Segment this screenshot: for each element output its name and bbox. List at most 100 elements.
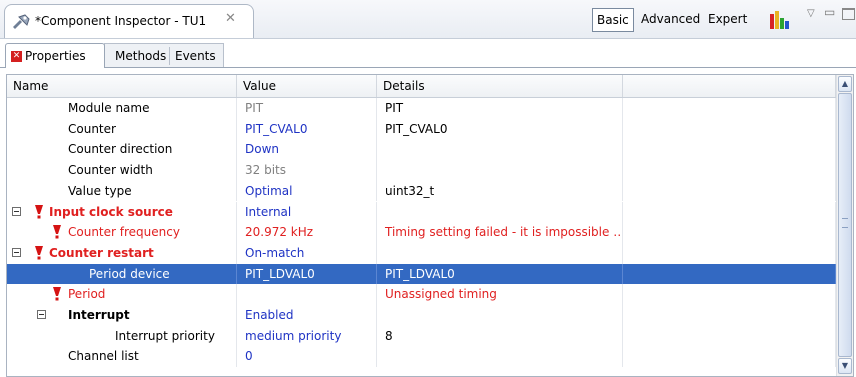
extra-cell [623, 346, 836, 368]
property-value[interactable]: On-match [237, 242, 377, 264]
property-details [377, 242, 623, 264]
property-name: Interrupt [68, 308, 130, 322]
column-header-extra [623, 75, 836, 97]
bar-chart-icon[interactable] [769, 10, 791, 30]
scroll-up-button[interactable]: ▲ [838, 76, 852, 92]
property-name: Counter frequency [68, 225, 180, 240]
property-details: PIT_LDVAL0 [377, 263, 623, 285]
grip-icon [842, 218, 848, 228]
extra-cell [623, 242, 836, 264]
view-menu-icon[interactable]: ▽ [807, 8, 815, 19]
view-title: *Component Inspector - TU1 [35, 14, 207, 28]
table-row[interactable]: Period Unassigned timing [7, 284, 836, 305]
extra-cell [623, 160, 836, 181]
advanced-mode-button[interactable]: Advanced [637, 8, 704, 30]
property-value[interactable]: Down [237, 139, 377, 161]
property-value[interactable]: medium priority [237, 325, 377, 347]
property-name: Module name [68, 101, 150, 115]
table-header: Name Value Details [7, 75, 836, 98]
maximize-icon[interactable] [842, 8, 855, 20]
extra-cell [623, 139, 836, 161]
property-details [377, 346, 623, 368]
name-cell: Period [7, 284, 237, 305]
vertical-scrollbar[interactable]: ▲ ▼ [836, 75, 853, 376]
property-details [377, 201, 623, 223]
table-row-selected[interactable]: Period device PIT_LDVAL0 PIT_LDVAL0 [7, 263, 836, 285]
inspector-tabs: ✕ Properties Methods Events [0, 39, 856, 69]
column-header-value[interactable]: Value [237, 75, 377, 97]
scroll-thumb[interactable] [838, 93, 852, 357]
name-cell: Counter frequency [7, 222, 237, 243]
table-row[interactable]: Counter width 32 bits [7, 160, 836, 181]
property-value[interactable]: PIT [237, 98, 377, 119]
collapse-toggle[interactable] [12, 247, 21, 257]
property-value[interactable]: Internal [237, 201, 377, 223]
name-cell: Input clock source [7, 201, 237, 223]
property-name: Channel list [68, 349, 139, 364]
name-cell: Period device [7, 263, 237, 285]
property-name: Interrupt priority [115, 328, 215, 343]
property-value[interactable] [237, 284, 377, 305]
name-cell: Module name [7, 98, 237, 119]
extra-cell [623, 180, 836, 202]
property-name: Counter restart [49, 245, 154, 260]
extra-cell [623, 98, 836, 119]
table-row[interactable]: Channel list 0 [7, 346, 836, 368]
property-details: Unassigned timing [377, 284, 623, 305]
expert-mode-button[interactable]: Expert [704, 8, 751, 30]
table-row[interactable]: Input clock source Internal [7, 201, 836, 223]
property-details: 8 [377, 325, 623, 347]
table-row[interactable]: Counter restart On-match [7, 242, 836, 264]
property-details [377, 139, 623, 161]
collapse-toggle[interactable] [12, 206, 21, 216]
property-details: PIT_CVAL0 [377, 118, 623, 140]
extra-cell [623, 201, 836, 223]
name-cell: Channel list [7, 346, 237, 368]
property-name: Counter width [68, 163, 153, 178]
table-row[interactable]: Module name PIT PIT [7, 98, 836, 119]
property-details [377, 305, 623, 326]
table-row[interactable]: Counter PIT_CVAL0 PIT_CVAL0 [7, 118, 836, 140]
property-value[interactable]: PIT_LDVAL0 [237, 263, 377, 285]
property-value[interactable]: Enabled [237, 305, 377, 326]
tab-events[interactable]: Events [175, 44, 216, 68]
table-row[interactable]: Value type Optimal uint32_t [7, 180, 836, 202]
tab-group-methods-events: Methods Events [104, 43, 224, 68]
property-value[interactable]: 0 [237, 346, 377, 368]
property-details: PIT [377, 98, 623, 119]
column-header-name[interactable]: Name [7, 75, 237, 97]
table-row[interactable]: Interrupt Enabled [7, 305, 836, 326]
extra-cell [623, 305, 836, 326]
extra-cell [623, 222, 836, 243]
property-value[interactable]: 20.972 kHz [237, 222, 377, 243]
name-cell: Interrupt priority [7, 325, 237, 347]
property-value[interactable]: Optimal [237, 180, 377, 202]
property-value[interactable]: 32 bits [237, 160, 377, 181]
tab-properties[interactable]: ✕ Properties [5, 43, 105, 68]
name-cell: Value type [7, 180, 237, 202]
extra-cell [623, 284, 836, 305]
column-header-details[interactable]: Details [377, 75, 623, 97]
scroll-down-button[interactable]: ▼ [838, 358, 852, 374]
name-cell: Counter width [7, 160, 237, 181]
property-name: Input clock source [49, 204, 173, 219]
minimize-icon[interactable]: ▭ [824, 5, 835, 19]
tab-methods[interactable]: Methods [115, 44, 166, 68]
name-cell: Counter restart [7, 242, 237, 264]
table-row[interactable]: Interrupt priority medium priority 8 [7, 325, 836, 347]
component-inspector-tab[interactable]: *Component Inspector - TU1 ✕ [4, 4, 254, 38]
collapse-toggle[interactable] [37, 310, 46, 319]
table-row[interactable]: Counter frequency 20.972 kHz Timing sett… [7, 222, 836, 243]
property-details: uint32_t [377, 180, 623, 202]
property-value[interactable]: PIT_CVAL0 [237, 118, 377, 140]
basic-mode-button[interactable]: Basic [592, 8, 634, 32]
tab-divider [169, 47, 170, 65]
extra-cell [623, 263, 836, 285]
property-name: Counter direction [68, 142, 173, 157]
name-cell: Interrupt [7, 305, 237, 326]
view-title-bar: *Component Inspector - TU1 ✕ Basic Advan… [0, 0, 856, 39]
name-cell: Counter [7, 118, 237, 140]
close-icon[interactable]: ✕ [225, 11, 236, 26]
table-row[interactable]: Counter direction Down [7, 139, 836, 161]
property-details [377, 160, 623, 181]
